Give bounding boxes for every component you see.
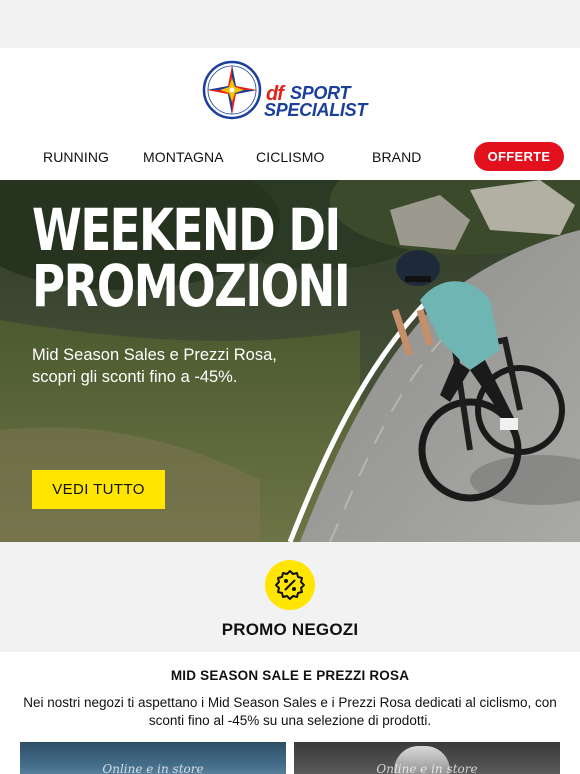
percent-badge-icon	[265, 560, 315, 610]
nav-item-montagna[interactable]: MONTAGNA	[143, 149, 224, 165]
vedi-tutto-button[interactable]: VEDI TUTTO	[32, 470, 165, 509]
nav-item-ciclismo[interactable]: CICLISMO	[256, 149, 324, 165]
hero-banner[interactable]: WEEKEND DI PROMOZIONI Mid Season Sales e…	[0, 180, 580, 542]
content-block: MID SEASON SALE E PREZZI ROSA Nei nostri…	[0, 652, 580, 774]
promo-negozi-section: PROMO NEGOZI	[0, 542, 580, 652]
top-spacer	[0, 0, 580, 48]
store-thumbnail-left[interactable]: Online e in store	[20, 742, 286, 774]
content-title: MID SEASON SALE E PREZZI ROSA	[170, 668, 410, 683]
hero-subtitle: Mid Season Sales e Prezzi Rosa, scopri g…	[32, 346, 277, 386]
logo-sport-text: SPORT	[290, 83, 351, 103]
email-header: df SPORT SPECIALIST RUNNING MONTAGNA CIC…	[0, 48, 580, 180]
brand-logo[interactable]: df SPORT SPECIALIST	[202, 60, 382, 120]
offerte-button[interactable]: OFFERTE	[474, 142, 564, 171]
hero-title-line2: PROMOZIONI	[32, 252, 351, 320]
content-text: Nei nostri negozi ti aspettano i Mid Sea…	[23, 695, 557, 728]
thumb-label: Online e in store	[376, 762, 478, 774]
store-thumbnail-right[interactable]: Online e in store	[294, 742, 560, 774]
hero-title-line1: WEEKEND DI	[32, 196, 341, 264]
main-nav: RUNNING MONTAGNA CICLISMO BRAND OFFERTE	[0, 142, 580, 172]
compass-star-icon	[202, 60, 262, 120]
hero-title: WEEKEND DI PROMOZIONI	[32, 196, 351, 320]
promo-negozi-title: PROMO NEGOZI	[221, 620, 359, 639]
thumb-label: Online e in store	[102, 762, 204, 774]
nav-item-brand[interactable]: BRAND	[372, 149, 422, 165]
logo-specialist-text: SPECIALIST	[264, 100, 368, 120]
nav-item-running[interactable]: RUNNING	[43, 149, 109, 165]
